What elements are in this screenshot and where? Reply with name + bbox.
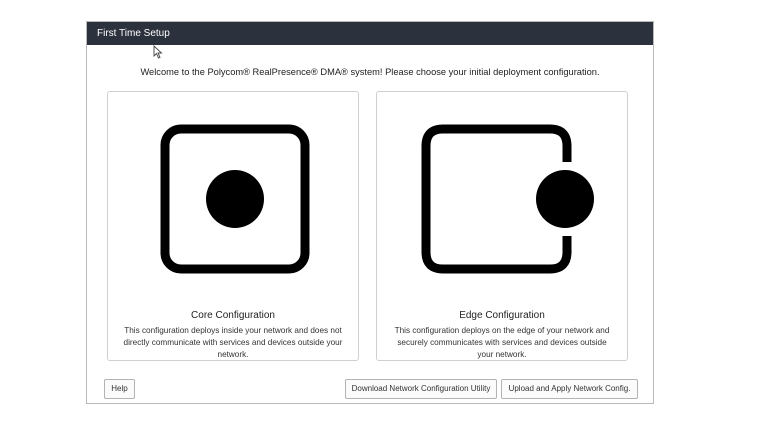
edge-configuration-icon	[421, 124, 594, 274]
core-configuration-icon	[160, 124, 310, 274]
core-configuration-description: This configuration deploys inside your n…	[123, 326, 343, 359]
welcome-message: Welcome to the Polycom® RealPresence® DM…	[140, 67, 600, 77]
core-configuration-option[interactable]: Core Configuration This configuration de…	[107, 91, 359, 361]
core-configuration-title: Core Configuration	[191, 310, 275, 321]
first-time-setup-dialog: First Time Setup Welcome to the Polycom®…	[86, 21, 654, 404]
mouse-cursor-icon	[153, 45, 163, 59]
edge-configuration-title: Edge Configuration	[459, 310, 545, 321]
dialog-title: First Time Setup	[97, 28, 170, 39]
dialog-titlebar: First Time Setup	[87, 22, 653, 45]
help-button[interactable]: Help	[104, 379, 135, 399]
edge-configuration-description: This configuration deploys on the edge o…	[394, 326, 610, 359]
edge-configuration-option[interactable]: Edge Configuration This configuration de…	[376, 91, 628, 361]
download-network-configuration-utility-button[interactable]: Download Network Configuration Utility	[345, 379, 497, 399]
upload-and-apply-network-config-button[interactable]: Upload and Apply Network Config.	[501, 379, 638, 399]
